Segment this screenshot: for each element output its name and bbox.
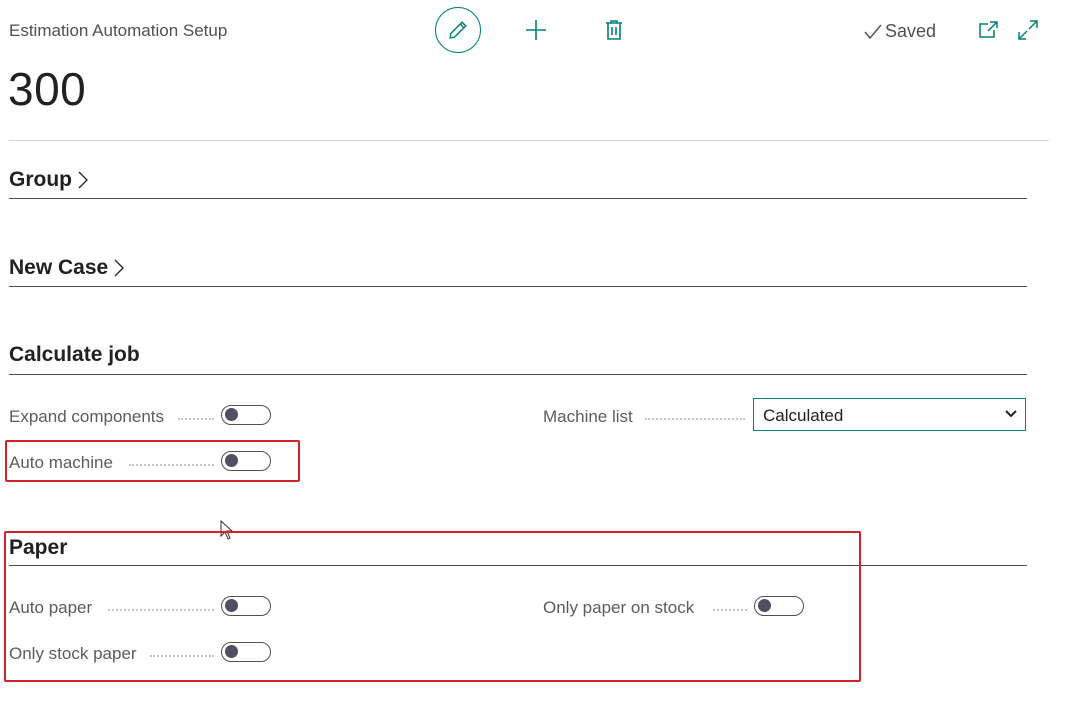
section-divider-group	[9, 198, 1027, 199]
delete-button[interactable]	[598, 14, 630, 46]
saved-status-text: Saved	[885, 21, 937, 41]
open-in-new-window-button[interactable]	[974, 16, 1002, 44]
section-title-new-case: New Case	[9, 256, 109, 279]
section-title-group: Group	[9, 168, 72, 191]
trash-icon	[606, 20, 622, 40]
chevron-down-icon	[1005, 410, 1017, 418]
edit-button[interactable]	[435, 7, 481, 53]
section-header-new-case[interactable]: New Case	[9, 256, 125, 280]
highlight-box-auto-machine	[5, 440, 300, 482]
header-divider	[9, 140, 1049, 141]
page-caption: Estimation Automation Setup	[9, 21, 228, 40]
plus-icon	[526, 20, 546, 40]
chevron-right-icon	[114, 259, 125, 277]
section-header-calculate-job: Calculate job	[9, 343, 140, 367]
section-divider-calculate-job	[9, 374, 1027, 375]
toggle-knob	[225, 408, 238, 421]
pencil-icon	[449, 21, 467, 39]
field-leader-dots	[645, 418, 745, 420]
saved-status: Saved	[864, 21, 936, 42]
machine-list-label: Machine list	[543, 407, 633, 426]
expand-icon	[1018, 20, 1038, 40]
checkmark-icon	[864, 24, 882, 39]
expand-components-label: Expand components	[9, 407, 164, 426]
expand-button[interactable]	[1014, 16, 1042, 44]
record-number-title: 300	[8, 63, 87, 115]
section-divider-new-case	[9, 286, 1027, 287]
highlight-box-paper	[4, 531, 861, 682]
machine-list-value: Calculated	[763, 406, 844, 425]
new-button[interactable]	[520, 14, 552, 46]
expand-components-toggle[interactable]	[221, 405, 271, 425]
section-title-calculate-job: Calculate job	[9, 343, 140, 366]
machine-list-select[interactable]: Calculated	[753, 398, 1026, 431]
section-header-group[interactable]: Group	[9, 168, 88, 192]
chevron-right-icon	[78, 171, 88, 189]
field-leader-dots	[178, 418, 214, 420]
open-new-window-icon	[979, 21, 998, 38]
